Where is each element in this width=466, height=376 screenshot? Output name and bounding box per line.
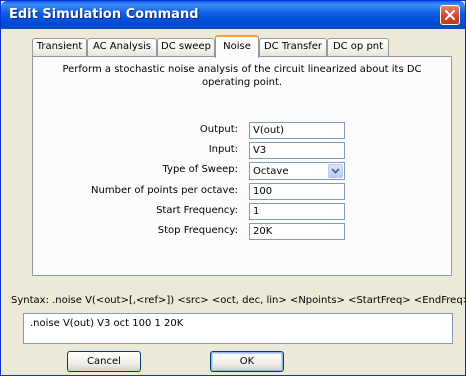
input-label: Input:: [208, 144, 238, 155]
syntax-text: Syntax: .noise V(<out>[,<ref>]) <src> <o…: [11, 295, 466, 306]
dialog-title: Edit Simulation Command: [9, 7, 199, 22]
edit-simulation-dialog: Edit Simulation Command Transient AC Ana…: [0, 0, 466, 376]
points-label: Number of points per octave:: [91, 185, 238, 196]
output-label: Output:: [199, 124, 238, 135]
tab-dc-op-pnt[interactable]: DC op pnt: [327, 38, 389, 56]
command-field[interactable]: .noise V(out) V3 oct 100 1 20K: [23, 313, 453, 344]
ok-button[interactable]: OK: [210, 351, 284, 372]
stop-frequency-field[interactable]: 20K: [249, 223, 345, 240]
chevron-down-icon: [331, 168, 340, 174]
close-icon: [445, 10, 455, 20]
noise-description: Perform a stochastic noise analysis of t…: [62, 64, 422, 88]
close-button[interactable]: [440, 5, 460, 25]
input-field[interactable]: V3: [249, 142, 345, 159]
sweep-type-value: Octave: [253, 166, 289, 177]
tab-ac-analysis[interactable]: AC Analysis: [87, 38, 157, 56]
start-frequency-label: Start Frequency:: [156, 205, 238, 216]
sweep-type-label: Type of Sweep:: [162, 164, 238, 175]
tab-dc-transfer[interactable]: DC Transfer: [259, 38, 327, 56]
tab-dc-sweep[interactable]: DC sweep: [157, 38, 215, 56]
cancel-button[interactable]: Cancel: [67, 351, 141, 372]
dropdown-button[interactable]: [328, 164, 343, 178]
points-field[interactable]: 100: [249, 183, 345, 200]
start-frequency-field[interactable]: 1: [249, 203, 345, 220]
tab-transient[interactable]: Transient: [32, 38, 87, 56]
noise-tab-panel: Perform a stochastic noise analysis of t…: [32, 56, 452, 276]
output-field[interactable]: V(out): [249, 122, 345, 139]
stop-frequency-label: Stop Frequency:: [157, 225, 238, 236]
title-bar[interactable]: Edit Simulation Command: [1, 1, 465, 29]
tab-noise[interactable]: Noise: [215, 35, 259, 58]
sweep-type-select[interactable]: Octave: [249, 162, 345, 180]
